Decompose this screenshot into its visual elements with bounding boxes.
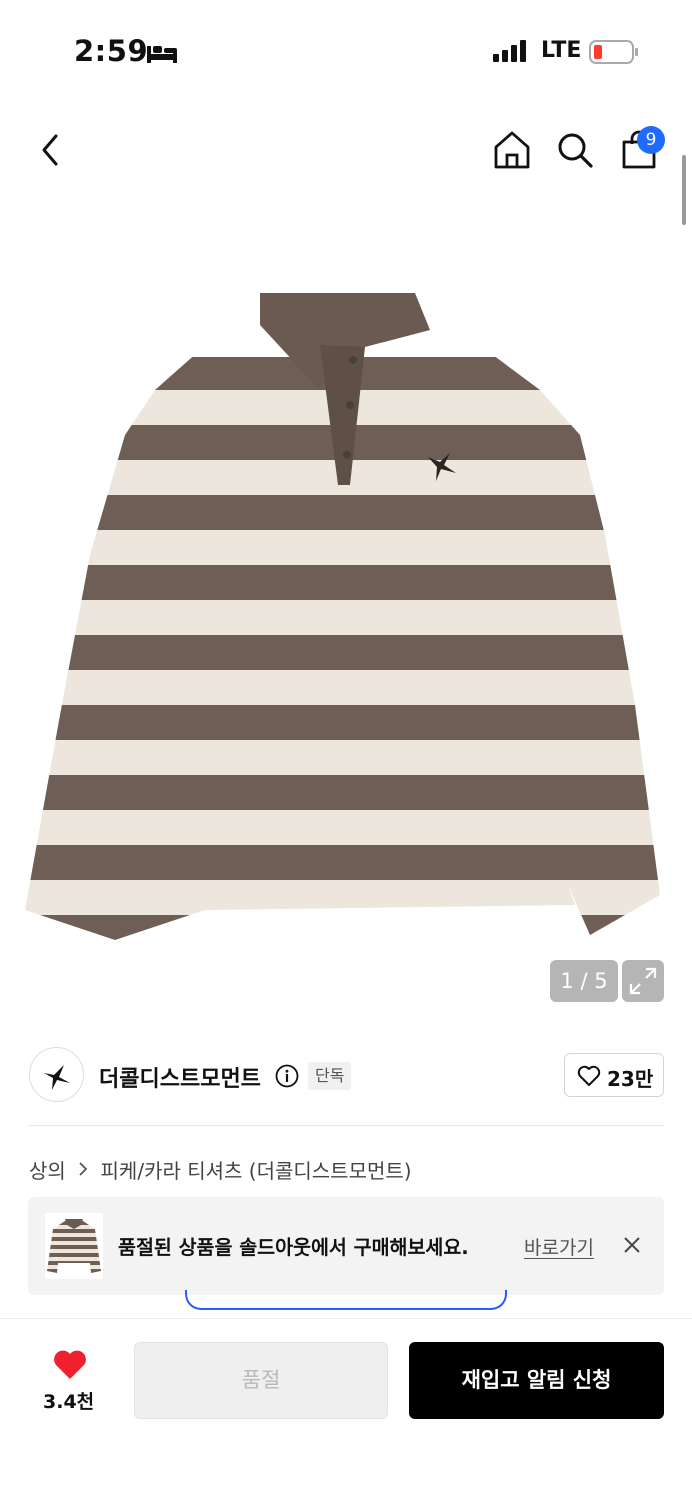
breadcrumb-category[interactable]: 상의 — [29, 1159, 66, 1183]
breadcrumb-subcategory[interactable]: 피케/카라 티셔츠 (더콜디스트모먼트) — [101, 1159, 412, 1183]
scrollbar[interactable] — [682, 155, 686, 225]
brand-row: 더콜디스트모먼트 단독 23만 — [0, 1045, 692, 1105]
home-icon[interactable] — [493, 130, 531, 174]
soldout-button[interactable]: 품절 — [134, 1342, 388, 1419]
expand-icon[interactable] — [622, 960, 664, 1002]
search-icon[interactable] — [556, 131, 594, 173]
banner-message: 품절된 상품을 솔드아웃에서 구매해보세요. — [118, 1236, 469, 1259]
bed-icon — [146, 42, 178, 68]
network-label: LTE — [541, 38, 582, 63]
brand-name[interactable]: 더콜디스트모먼트 — [99, 1061, 261, 1093]
banner-link[interactable]: 바로가기 — [524, 1233, 594, 1260]
status-time: 2:59 — [74, 34, 149, 68]
close-icon[interactable] — [622, 1235, 642, 1259]
partial-outline-decoration — [185, 1290, 507, 1310]
brand-like-count: 23만 — [607, 1067, 654, 1091]
breadcrumb: 상의 피케/카라 티셔츠 (더콜디스트모먼트) — [29, 1155, 412, 1184]
brand-logo-icon[interactable] — [29, 1047, 84, 1102]
info-icon[interactable] — [275, 1064, 299, 1092]
banner-product-thumbnail — [45, 1213, 103, 1279]
brand-like-button[interactable]: 23만 — [564, 1053, 664, 1097]
soldout-banner: 품절된 상품을 솔드아웃에서 구매해보세요. 바로가기 — [28, 1197, 664, 1295]
bottom-action-bar: 3.4천 품절 재입고 알림 신청 — [0, 1318, 692, 1500]
product-image[interactable] — [20, 285, 670, 949]
back-chevron-icon[interactable] — [36, 130, 68, 170]
heart-filled-icon[interactable] — [52, 1349, 88, 1385]
restock-alert-button[interactable]: 재입고 알림 신청 — [409, 1342, 664, 1419]
battery-low-icon — [589, 40, 639, 68]
signal-icon — [493, 40, 529, 66]
status-bar: 2:59 LTE — [0, 0, 692, 100]
cart-count-badge: 9 — [637, 126, 665, 154]
chevron-right-icon — [78, 1158, 88, 1182]
favorite-count: 3.4천 — [43, 1391, 95, 1413]
image-counter: 1 / 5 — [550, 960, 618, 1002]
exclusive-badge: 단독 — [308, 1062, 352, 1090]
heart-outline-icon — [577, 1065, 601, 1086]
divider — [28, 1125, 664, 1126]
